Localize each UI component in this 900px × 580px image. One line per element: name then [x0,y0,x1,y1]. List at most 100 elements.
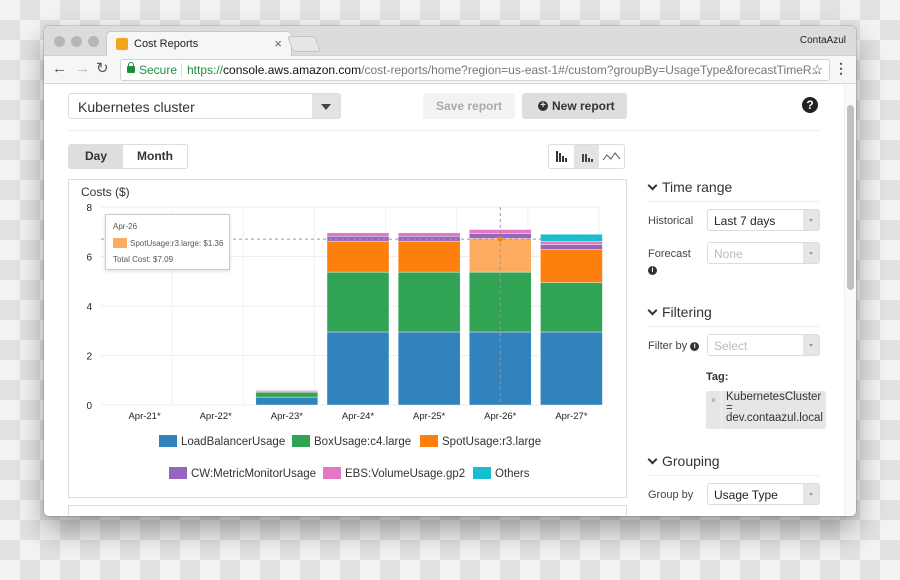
url-host: console.aws.amazon.com [223,63,362,77]
chart-type-toggle [548,144,625,169]
info-icon: i [648,265,657,275]
save-report-button[interactable]: Save report [423,93,515,119]
y-tick-label: 0 [86,401,92,412]
back-arrow-icon[interactable]: ← [52,60,67,78]
bookmark-star-icon[interactable]: ☆ [811,60,823,80]
plus-circle-icon: + [538,101,548,111]
header-divider [68,130,820,131]
legend-swatch [159,435,177,447]
legend-swatch [473,467,491,479]
time-range-header[interactable]: Time range [647,179,820,202]
grouped-bar-chart-button[interactable] [549,145,574,168]
tooltip-total: Total Cost: $7.09 [113,255,174,264]
legend-swatch [323,467,341,479]
x-tick-label: Apr-26* [484,411,517,422]
bar-segment [540,282,603,333]
secondary-panel [68,505,627,516]
historical-select[interactable]: Last 7 days [707,209,820,231]
bar-segment [255,391,319,398]
legend-label: CW:MetricMonitorUsage [191,468,316,480]
minimize-window-button[interactable] [71,36,82,47]
filtering-header[interactable]: Filtering [647,304,820,327]
browser-tab[interactable]: Cost Reports × [106,31,292,57]
title-bar: Cost Reports × ContaAzul [44,26,856,57]
url-separator [181,63,182,77]
forecast-select[interactable]: None [707,242,820,264]
report-select-value: Kubernetes cluster [78,99,195,115]
filtering-section: Filtering [647,304,820,327]
bar-segment [255,389,319,392]
granularity-month-button[interactable]: Month [123,145,187,168]
scrollbar-thumb[interactable] [847,105,854,290]
crosshair-marker [497,236,503,242]
aws-box-icon [116,38,128,50]
filtering-title: Filtering [662,304,712,320]
bar-segment [540,234,603,242]
legend-swatch [169,467,187,479]
bar-segment [397,271,461,333]
tooltip-swatch [113,238,127,248]
address-bar[interactable]: Secure https://console.aws.amazon.com/co… [120,59,830,81]
filter-by-label: Filter by i [648,340,700,352]
remove-tag-icon[interactable]: × [706,391,722,429]
secure-label: Secure [139,63,178,77]
new-tab-button[interactable] [287,36,321,52]
forecast-info-icon[interactable]: i [648,264,657,276]
legend-label: LoadBalancerUsage [181,436,285,448]
legend-label: EBS:VolumeUsage.gp2 [345,468,465,480]
chart-panel: Costs ($) 0 2 4 6 8 Apr-21* Apr-22* Apr-23* Apr-2… [68,179,627,498]
tab-close-icon[interactable]: × [274,36,282,51]
legend-swatch [420,435,438,447]
lock-icon [127,62,135,73]
tab-title: Cost Reports [134,38,199,50]
chevron-down-icon [647,180,658,191]
group-by-select[interactable]: Usage Type [707,483,820,505]
x-tick-label: Apr-21* [128,411,161,422]
legend-label: BoxUsage:c4.large [314,436,411,448]
filter-by-select[interactable]: Select [707,334,820,356]
tag-key: KubernetesCluster [726,391,822,403]
bar-segment [540,244,603,250]
profile-name[interactable]: ContaAzul [800,35,846,46]
close-window-button[interactable] [54,36,65,47]
url-text: https://console.aws.amazon.com/cost-repo… [187,60,822,80]
browser-menu-icon[interactable]: ⋮ [834,60,848,77]
bar-segment [326,331,390,406]
tag-value: dev.contaazul.local [726,412,823,424]
chart-title: Costs ($) [81,185,130,199]
stacked-bar-chart-button[interactable] [574,145,599,168]
grouping-header[interactable]: Grouping [647,453,820,476]
forward-arrow-icon[interactable]: → [75,60,90,78]
report-select[interactable]: Kubernetes cluster [68,93,341,119]
reload-icon[interactable]: ↻ [96,60,109,78]
url-path: /cost-reports/home?region=us-east-1#/cus… [361,63,822,77]
y-tick-label: 6 [86,253,92,264]
help-icon[interactable]: ? [802,97,818,113]
stacked-bar-icon [582,154,593,162]
page-scrollbar[interactable] [844,85,856,516]
bar-segment [540,240,603,245]
filter-by-placeholder: Select [714,339,748,353]
granularity-toggle: Day Month [68,144,188,169]
y-tick-label: 2 [86,352,92,363]
caret-down-icon[interactable] [312,94,340,118]
caret-down-icon [803,210,819,230]
x-tick-label: Apr-24* [342,411,375,422]
y-tick-label: 4 [86,302,92,313]
tag-text: KubernetesCluster = dev.contaazul.local [726,392,823,424]
tooltip-date: Apr-26 [113,222,138,231]
bar-segment [326,271,390,333]
maximize-window-button[interactable] [88,36,99,47]
line-chart-button[interactable] [599,145,624,168]
y-tick-label: 8 [86,203,92,214]
x-tick-label: Apr-23* [271,411,304,422]
info-icon[interactable]: i [690,341,700,351]
historical-value: Last 7 days [714,214,776,228]
forecast-label: Forecast [648,248,691,260]
granularity-day-button[interactable]: Day [69,145,123,168]
time-range-title: Time range [662,179,733,195]
grouping-title: Grouping [662,453,720,469]
browser-toolbar: ← → ↻ Secure https://console.aws.amazon.… [44,56,856,84]
filter-by-text: Filter by [648,340,688,352]
new-report-button[interactable]: + New report [522,93,627,119]
